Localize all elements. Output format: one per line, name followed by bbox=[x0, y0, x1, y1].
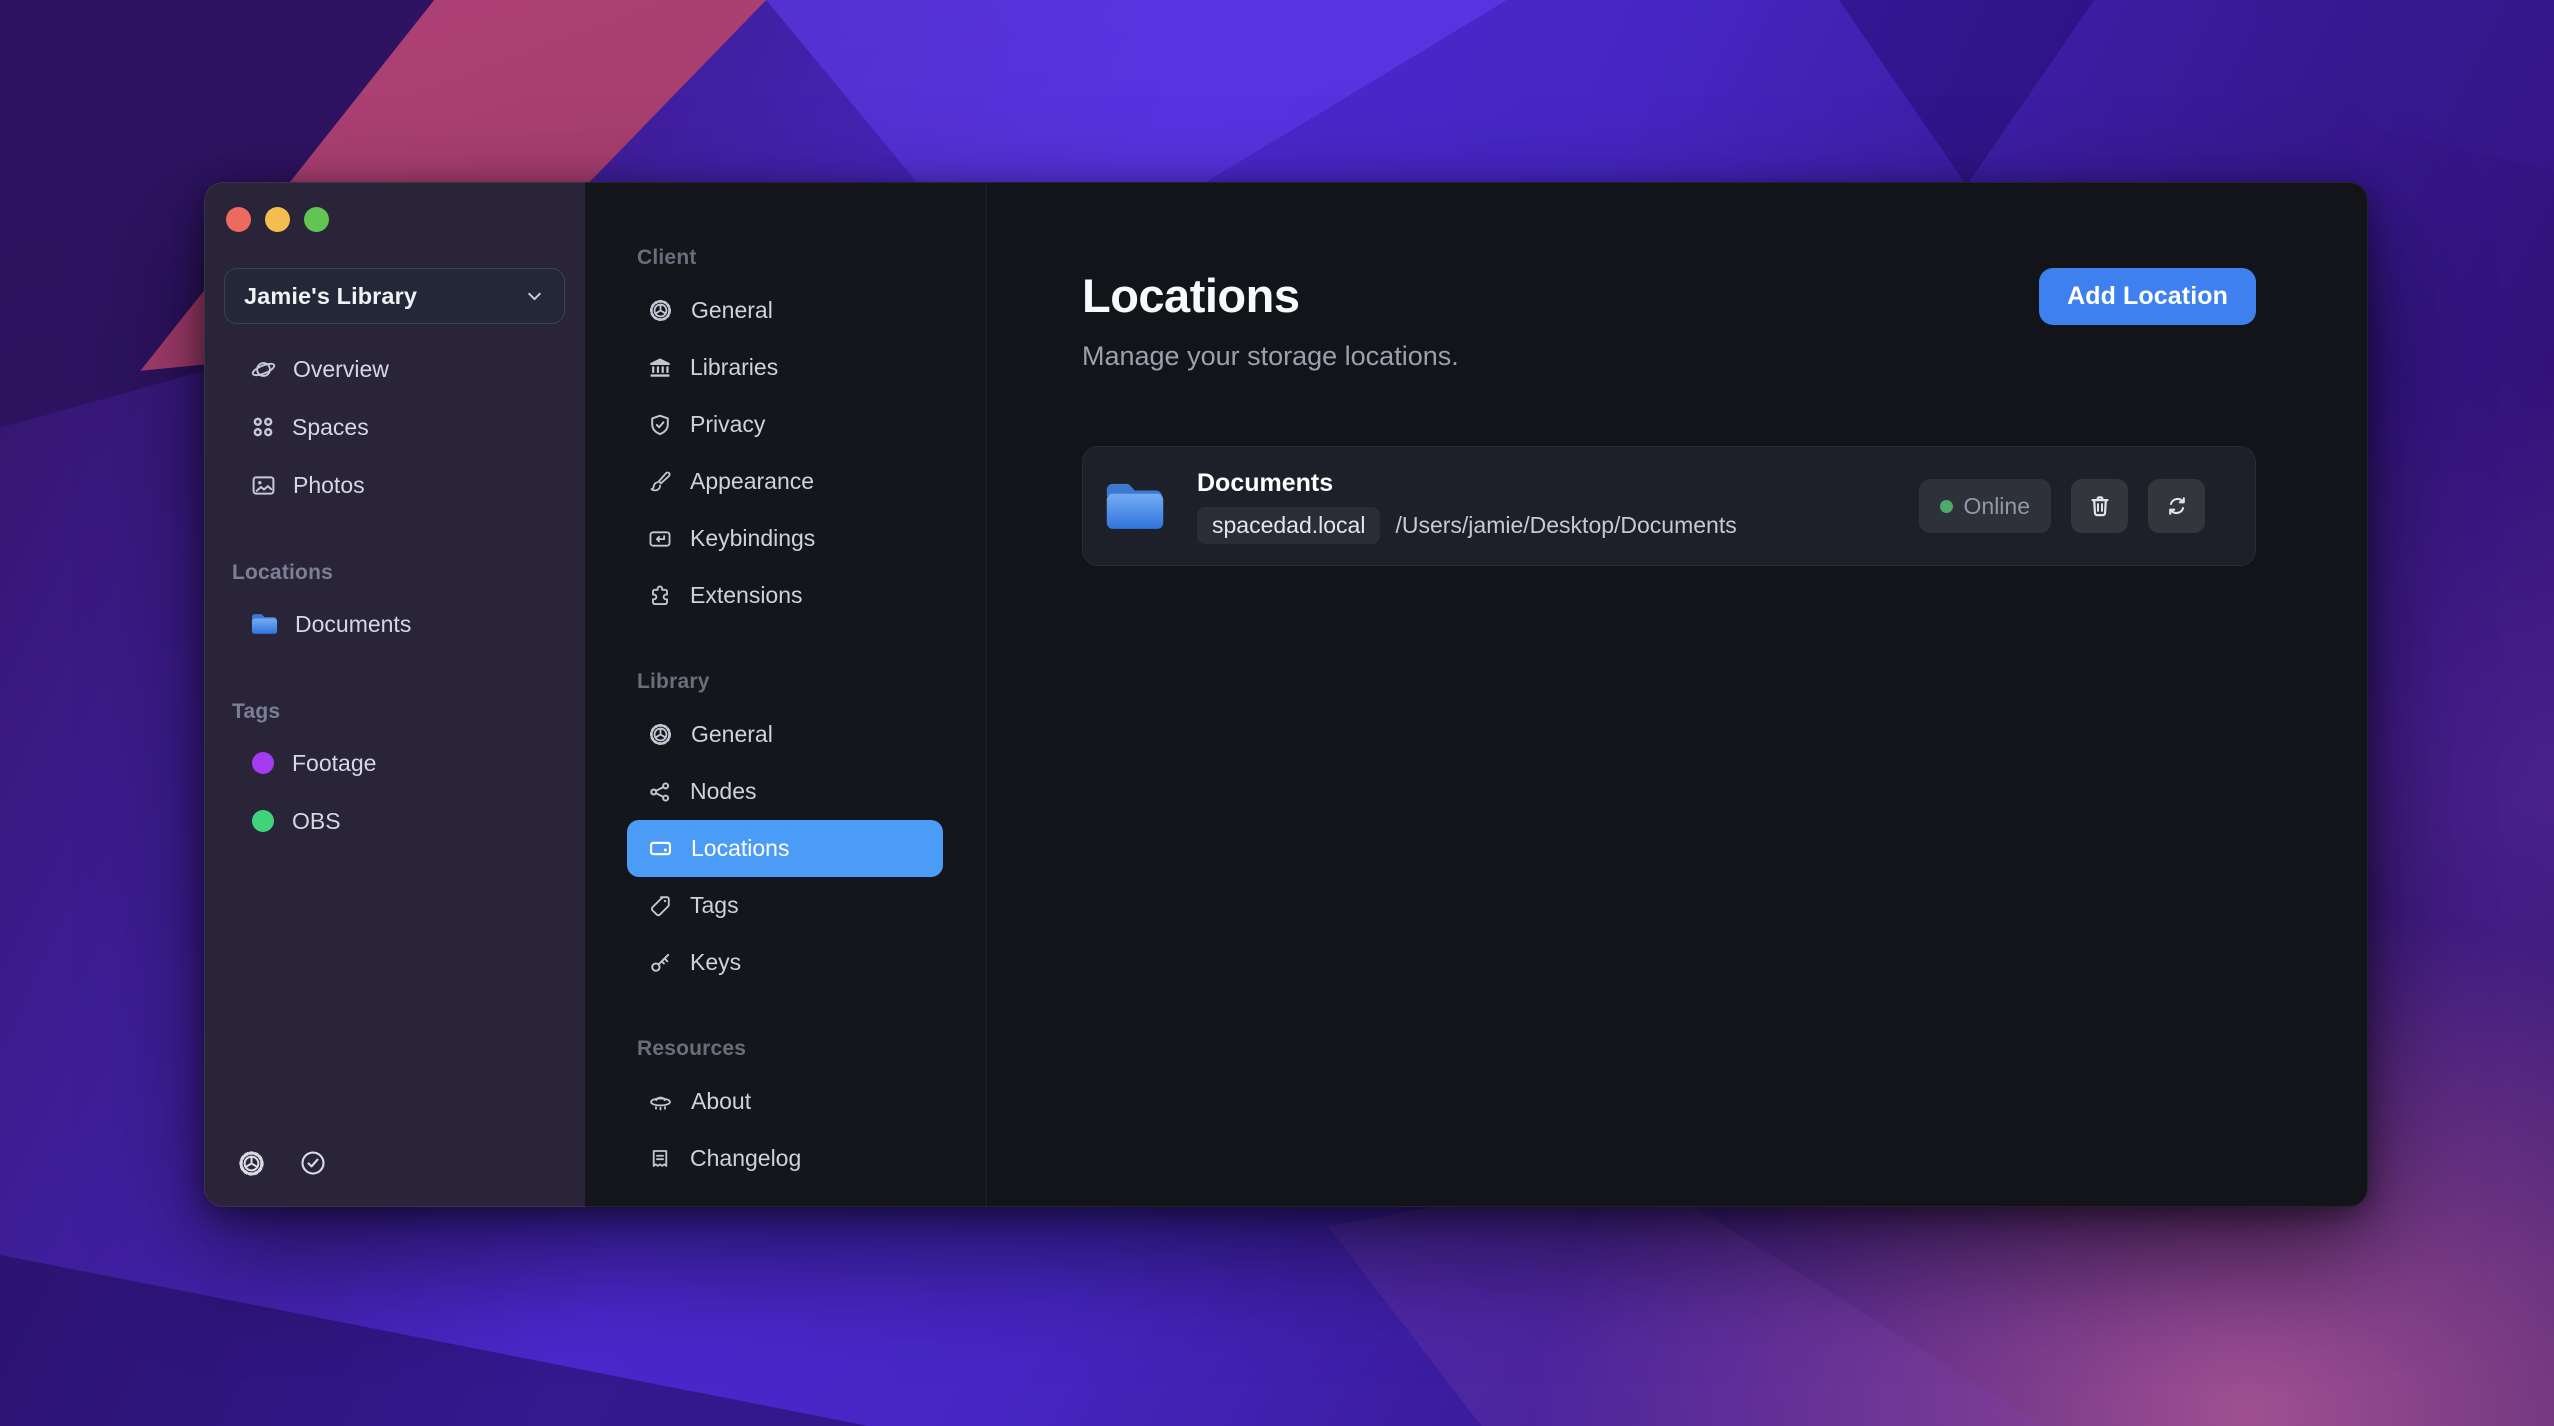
nav-item-label: Keybindings bbox=[690, 525, 815, 552]
nav-item-label: About bbox=[691, 1088, 751, 1115]
status-label: Online bbox=[1964, 493, 2030, 520]
planet-icon bbox=[250, 356, 277, 383]
photos-icon bbox=[250, 472, 277, 499]
nav-item-libraries[interactable]: Libraries bbox=[627, 339, 943, 396]
nav-section-client: Client bbox=[627, 246, 943, 270]
nav-item-library-general[interactable]: General bbox=[627, 706, 943, 763]
sidebar-item-label: Documents bbox=[295, 611, 411, 638]
changelog-icon bbox=[647, 1146, 673, 1172]
sidebar-item-label: Overview bbox=[293, 356, 389, 383]
sidebar-section-tags: Tags bbox=[232, 700, 565, 724]
online-dot-icon bbox=[1940, 500, 1953, 513]
sidebar-item-tag-obs[interactable]: OBS bbox=[224, 792, 565, 850]
nav-section-library: Library bbox=[627, 670, 943, 694]
gear-icon bbox=[647, 297, 674, 324]
delete-location-button[interactable] bbox=[2071, 479, 2128, 533]
page-subtitle: Manage your storage locations. bbox=[1082, 341, 1459, 372]
library-selector-label: Jamie's Library bbox=[244, 283, 417, 310]
location-card-icon bbox=[647, 835, 674, 862]
nav-item-label: Changelog bbox=[690, 1145, 801, 1172]
settings-gear-button[interactable] bbox=[236, 1148, 267, 1179]
sync-status-button[interactable] bbox=[298, 1148, 328, 1179]
nav-section-resources: Resources bbox=[627, 1037, 943, 1061]
ufo-icon bbox=[647, 1088, 674, 1115]
nav-item-label: Tags bbox=[690, 892, 739, 919]
gear-icon bbox=[236, 1148, 267, 1179]
sidebar-section-locations: Locations bbox=[232, 561, 565, 585]
folder-icon bbox=[1103, 479, 1167, 533]
check-circle-icon bbox=[298, 1148, 328, 1179]
rescan-location-button[interactable] bbox=[2148, 479, 2205, 533]
nav-item-label: General bbox=[691, 721, 773, 748]
zoom-window-button[interactable] bbox=[304, 207, 329, 232]
puzzle-icon bbox=[647, 583, 673, 609]
sidebar-item-spaces[interactable]: Spaces bbox=[224, 398, 565, 456]
nav-item-nodes[interactable]: Nodes bbox=[627, 763, 943, 820]
tag-color-dot bbox=[252, 752, 274, 774]
sidebar-item-photos[interactable]: Photos bbox=[224, 456, 565, 514]
keyboard-return-icon bbox=[647, 526, 673, 552]
sidebar-item-overview[interactable]: Overview bbox=[224, 340, 565, 398]
sidebar-item-label: Footage bbox=[292, 750, 376, 777]
nav-item-label: Privacy bbox=[690, 411, 765, 438]
key-icon bbox=[647, 950, 673, 976]
location-meta: spacedad.local /Users/jamie/Desktop/Docu… bbox=[1197, 507, 1737, 544]
sidebar-item-label: Spaces bbox=[292, 414, 369, 441]
nav-item-tags[interactable]: Tags bbox=[627, 877, 943, 934]
nav-item-privacy[interactable]: Privacy bbox=[627, 396, 943, 453]
nav-item-label: Nodes bbox=[690, 778, 756, 805]
sync-icon bbox=[2163, 492, 2191, 520]
page-title: Locations bbox=[1082, 268, 1459, 323]
app-window: Jamie's Library Overview Spaces bbox=[204, 182, 2368, 1207]
share-nodes-icon bbox=[647, 779, 673, 805]
settings-content: Locations Manage your storage locations.… bbox=[987, 182, 2368, 1207]
close-window-button[interactable] bbox=[226, 207, 251, 232]
settings-nav: Client General Libraries Privacy Appeara… bbox=[585, 182, 987, 1207]
nav-item-client-general[interactable]: General bbox=[627, 282, 943, 339]
tag-color-dot bbox=[252, 810, 274, 832]
location-actions: Online bbox=[1919, 479, 2205, 533]
minimize-window-button[interactable] bbox=[265, 207, 290, 232]
page-header: Locations Manage your storage locations.… bbox=[1082, 268, 2256, 372]
library-selector[interactable]: Jamie's Library bbox=[224, 268, 565, 324]
status-badge: Online bbox=[1919, 479, 2051, 533]
window-controls bbox=[204, 182, 585, 232]
sidebar-item-label: Photos bbox=[293, 472, 365, 499]
sidebar-item-label: OBS bbox=[292, 808, 341, 835]
paintbrush-icon bbox=[647, 469, 673, 495]
shield-check-icon bbox=[647, 412, 673, 438]
sidebar-footer bbox=[236, 1148, 328, 1179]
nav-item-appearance[interactable]: Appearance bbox=[627, 453, 943, 510]
nav-item-keys[interactable]: Keys bbox=[627, 934, 943, 991]
folder-icon bbox=[250, 612, 279, 636]
nav-item-label: Libraries bbox=[690, 354, 778, 381]
location-info: Documents spacedad.local /Users/jamie/De… bbox=[1197, 469, 1737, 544]
nav-item-label: Locations bbox=[691, 835, 789, 862]
grid-icon bbox=[250, 414, 276, 440]
nav-item-label: General bbox=[691, 297, 773, 324]
nav-item-label: Extensions bbox=[690, 582, 803, 609]
nav-item-label: Keys bbox=[690, 949, 741, 976]
location-path: /Users/jamie/Desktop/Documents bbox=[1395, 512, 1736, 539]
location-host-chip: spacedad.local bbox=[1197, 507, 1380, 544]
trash-icon bbox=[2086, 492, 2114, 520]
nav-item-extensions[interactable]: Extensions bbox=[627, 567, 943, 624]
chevron-down-icon bbox=[523, 285, 546, 308]
nav-item-changelog[interactable]: Changelog bbox=[627, 1130, 943, 1187]
gear-icon bbox=[647, 721, 674, 748]
sidebar-item-documents[interactable]: Documents bbox=[224, 595, 565, 653]
add-location-button[interactable]: Add Location bbox=[2039, 268, 2256, 325]
sidebar-nav: Overview Spaces Photos Locations bbox=[204, 324, 585, 850]
location-card[interactable]: Documents spacedad.local /Users/jamie/De… bbox=[1082, 446, 2256, 566]
location-name: Documents bbox=[1197, 469, 1737, 498]
nav-item-about[interactable]: About bbox=[627, 1073, 943, 1130]
bank-icon bbox=[647, 355, 673, 381]
nav-item-keybindings[interactable]: Keybindings bbox=[627, 510, 943, 567]
sidebar: Jamie's Library Overview Spaces bbox=[204, 182, 585, 1207]
tag-icon bbox=[647, 893, 673, 919]
nav-item-label: Appearance bbox=[690, 468, 814, 495]
sidebar-item-tag-footage[interactable]: Footage bbox=[224, 734, 565, 792]
nav-item-locations[interactable]: Locations bbox=[627, 820, 943, 877]
